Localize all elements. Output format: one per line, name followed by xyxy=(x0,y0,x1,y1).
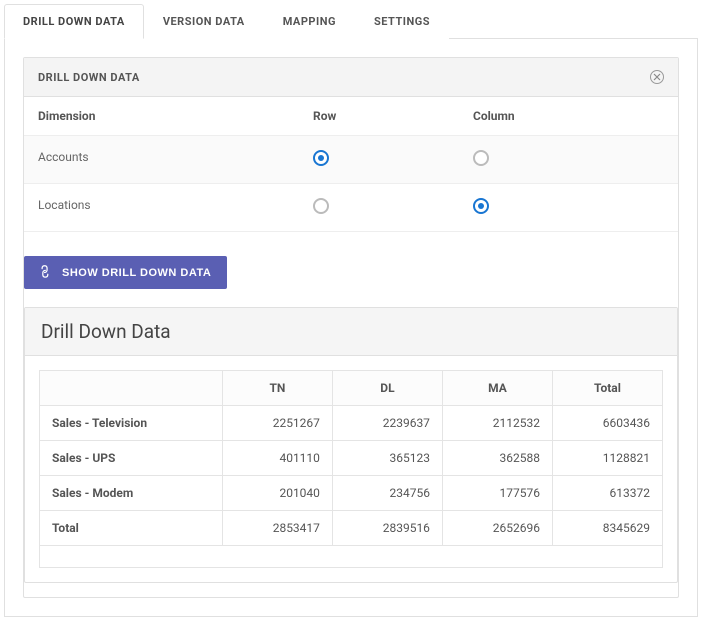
data-panel: Drill Down Data TN DL MA Total xyxy=(24,307,678,583)
panel-body: Dimension Row Column Accounts Locations xyxy=(24,97,678,597)
table-cell: 2839516 xyxy=(332,511,442,546)
table-row: Sales - Television 2251267 2239637 21125… xyxy=(40,406,663,441)
tab-bar: DRILL DOWN DATA VERSION DATA MAPPING SET… xyxy=(4,4,698,39)
table-footer-spacer xyxy=(39,546,663,568)
row-header: Row xyxy=(313,109,473,123)
table-cell: 613372 xyxy=(552,476,662,511)
table-cell: 2853417 xyxy=(222,511,332,546)
dimension-row-locations: Locations xyxy=(24,184,678,232)
close-icon[interactable] xyxy=(650,70,664,84)
table-header-row: TN DL MA Total xyxy=(40,371,663,406)
table-col-header: MA xyxy=(442,371,552,406)
table-cell: 2251267 xyxy=(222,406,332,441)
table-cell: 6603436 xyxy=(552,406,662,441)
table-col-header: Total xyxy=(552,371,662,406)
radio-accounts-row[interactable] xyxy=(313,150,329,166)
table-col-header xyxy=(40,371,223,406)
data-panel-body: TN DL MA Total Sales - Television 225126… xyxy=(25,356,677,582)
table-col-header: TN xyxy=(222,371,332,406)
table-cell: 2239637 xyxy=(332,406,442,441)
dimension-table: Dimension Row Column Accounts Locations xyxy=(24,97,678,232)
table-row-label: Sales - UPS xyxy=(40,441,223,476)
dimension-header: Dimension xyxy=(38,109,313,123)
panel-header: DRILL DOWN DATA xyxy=(24,58,678,97)
table-col-header: DL xyxy=(332,371,442,406)
tab-version-data[interactable]: VERSION DATA xyxy=(144,4,264,39)
table-cell: 2652696 xyxy=(442,511,552,546)
tab-settings[interactable]: SETTINGS xyxy=(355,4,449,39)
tab-content: DRILL DOWN DATA Dimension Row Column Acc… xyxy=(4,39,698,617)
table-cell: 365123 xyxy=(332,441,442,476)
column-header: Column xyxy=(473,109,633,123)
show-drill-down-data-button[interactable]: SHOW DRILL DOWN DATA xyxy=(24,256,227,289)
app-root: DRILL DOWN DATA VERSION DATA MAPPING SET… xyxy=(0,0,702,621)
tab-mapping[interactable]: MAPPING xyxy=(264,4,355,39)
panel-title: DRILL DOWN DATA xyxy=(38,71,140,84)
show-button-label: SHOW DRILL DOWN DATA xyxy=(62,267,211,279)
radio-locations-column[interactable] xyxy=(473,198,489,214)
radio-accounts-column[interactable] xyxy=(473,150,489,166)
table-cell: 362588 xyxy=(442,441,552,476)
action-bar: SHOW DRILL DOWN DATA xyxy=(24,232,678,307)
table-cell: 401110 xyxy=(222,441,332,476)
table-cell: 2112532 xyxy=(442,406,552,441)
table-cell: 1128821 xyxy=(552,441,662,476)
table-cell: 177576 xyxy=(442,476,552,511)
table-cell: 201040 xyxy=(222,476,332,511)
dimension-header-row: Dimension Row Column xyxy=(24,97,678,136)
table-row-label: Total xyxy=(40,511,223,546)
table-row: Total 2853417 2839516 2652696 8345629 xyxy=(40,511,663,546)
table-row: Sales - UPS 401110 365123 362588 1128821 xyxy=(40,441,663,476)
tab-drill-down-data[interactable]: DRILL DOWN DATA xyxy=(4,4,144,39)
table-cell: 8345629 xyxy=(552,511,662,546)
data-panel-title: Drill Down Data xyxy=(25,308,677,356)
radio-locations-row[interactable] xyxy=(313,198,329,214)
drill-down-panel: DRILL DOWN DATA Dimension Row Column Acc… xyxy=(23,57,679,598)
data-table: TN DL MA Total Sales - Television 225126… xyxy=(39,370,663,546)
table-row: Sales - Modem 201040 234756 177576 61337… xyxy=(40,476,663,511)
table-row-label: Sales - Modem xyxy=(40,476,223,511)
dimension-label: Accounts xyxy=(38,150,313,169)
table-row-label: Sales - Television xyxy=(40,406,223,441)
dimension-label: Locations xyxy=(38,198,313,217)
link-icon xyxy=(36,263,55,282)
table-cell: 234756 xyxy=(332,476,442,511)
dimension-row-accounts: Accounts xyxy=(24,136,678,184)
